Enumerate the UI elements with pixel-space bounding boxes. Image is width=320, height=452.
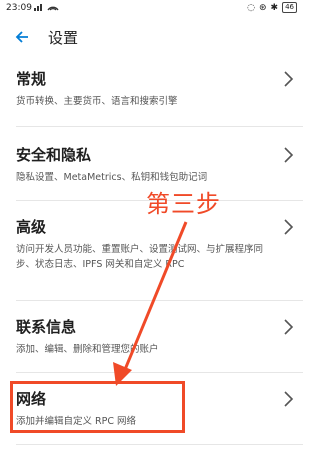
item-title: 安全和隐私 [16, 146, 92, 164]
item-title: 常规 [16, 70, 47, 88]
step-label: 第三步 [146, 190, 221, 218]
header: 设置 [0, 26, 303, 50]
item-desc: 隐私设置、MetaMetrics、私钥和钱包助记词 [16, 172, 208, 183]
item-title: 联系信息 [16, 318, 77, 336]
highlight-box [10, 381, 185, 433]
chevron-right-icon [284, 319, 294, 335]
item-desc: 访问开发人员功能、重置账户、设置测试网、与扩展程序同步、状态日志、IPFS 网关… [16, 244, 264, 270]
status-bar: 23:09 ◌ ⊛ ✱ 46 [0, 0, 303, 18]
settings-item-general[interactable]: 常规 货币转换、主要货币、语言和搜索引擎 [0, 68, 303, 120]
chevron-right-icon [284, 71, 294, 87]
chevron-right-icon [284, 147, 294, 163]
settings-item-contacts[interactable]: 联系信息 添加、编辑、删除和管理您的账户 [0, 316, 303, 366]
divider [16, 444, 303, 445]
vibrate-icon: ◌ [247, 2, 255, 13]
back-arrow-icon[interactable] [14, 26, 32, 48]
settings-item-advanced[interactable]: 高级 访问开发人员功能、重置账户、设置测试网、与扩展程序同步、状态日志、IPFS… [0, 216, 303, 296]
divider [16, 300, 303, 301]
battery-icon: 46 [282, 2, 297, 13]
chevron-right-icon [284, 391, 294, 407]
status-right: ◌ ⊛ ✱ 46 [247, 2, 297, 13]
signal-icon [34, 2, 60, 12]
status-time: 23:09 [6, 3, 32, 13]
chevron-right-icon [284, 219, 294, 235]
item-title: 高级 [16, 218, 47, 236]
divider [16, 126, 303, 127]
bluetooth-icon: ✱ [270, 2, 279, 13]
divider [16, 372, 303, 373]
page-title: 设置 [48, 29, 79, 47]
location-icon: ⊛ [258, 2, 267, 13]
item-desc: 货币转换、主要货币、语言和搜索引擎 [16, 96, 178, 107]
item-desc: 添加、编辑、删除和管理您的账户 [16, 344, 159, 355]
